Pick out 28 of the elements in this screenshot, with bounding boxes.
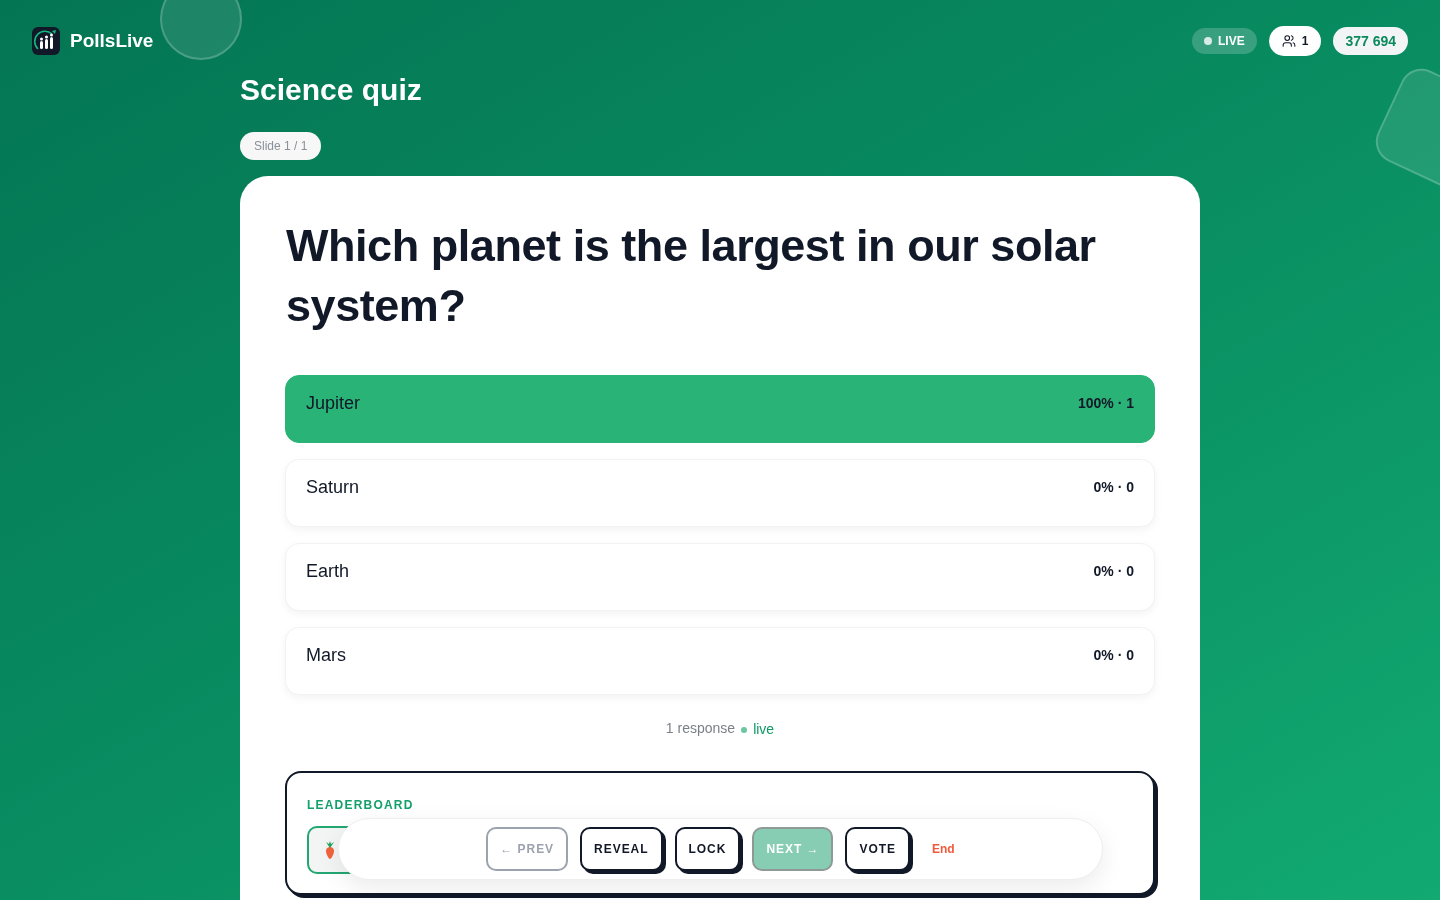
quiz-title: Science quiz — [240, 72, 422, 108]
participants-count: 1 — [1301, 33, 1309, 50]
live-status: live — [753, 720, 775, 739]
brand-name: PollsLive — [70, 28, 154, 53]
control-button[interactable]: LOCK — [674, 827, 741, 871]
control-button[interactable]: VOTE — [845, 827, 910, 871]
answer-option[interactable]: Mars 0% · 0 — [285, 627, 1155, 695]
slide-counter-badge: Slide 1 / 1 — [240, 132, 322, 160]
option-result: 0% · 0 — [1093, 562, 1134, 581]
carrot-icon — [324, 841, 336, 859]
option-label: Saturn — [306, 476, 360, 499]
response-count: 1 response — [665, 718, 736, 738]
question-text: Which planet is the largest in our solar system? — [285, 219, 1097, 333]
option-label: Jupiter — [306, 392, 361, 415]
join-code-badge: 377 694 — [1333, 27, 1408, 55]
option-result: 0% · 0 — [1093, 646, 1134, 665]
answer-option[interactable]: Earth 0% · 0 — [285, 543, 1155, 611]
option-result: 0% · 0 — [1093, 478, 1134, 497]
logo-icon — [32, 27, 60, 55]
option-label: Mars — [306, 644, 346, 667]
option-label: Earth — [306, 560, 350, 583]
live-label: LIVE — [1218, 33, 1245, 50]
answer-option[interactable]: Jupiter 100% · 1 — [285, 375, 1155, 443]
control-button[interactable]: REVEAL — [580, 827, 663, 871]
users-icon — [1281, 34, 1296, 48]
option-result: 100% · 1 — [1077, 394, 1134, 413]
answer-option[interactable]: Saturn 0% · 0 — [285, 459, 1155, 527]
leaderboard-title: LEADERBOARD — [307, 797, 414, 813]
